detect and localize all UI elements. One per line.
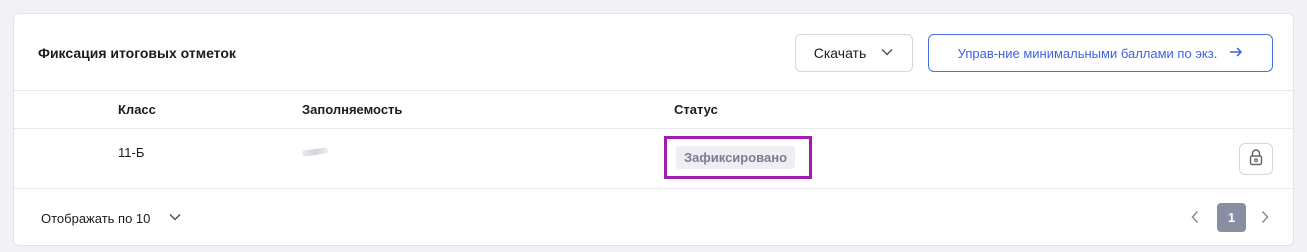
status-highlight-frame: Зафиксировано [664, 136, 812, 179]
page-size-select[interactable]: Отображать по 10 [41, 210, 182, 227]
fill-rate-blurred [301, 147, 329, 157]
final-grades-card: Фиксация итоговых отметок Скачать Управ-… [13, 13, 1294, 246]
status-badge: Зафиксировано [676, 146, 796, 169]
cell-class: 11-Б [118, 145, 145, 160]
divider [14, 90, 1293, 91]
arrow-right-icon [1229, 45, 1243, 62]
page-button-current[interactable]: 1 [1217, 203, 1246, 232]
download-button-label: Скачать [813, 45, 867, 61]
manage-min-scores-button[interactable]: Управ-ние минимальными баллами по экз. [928, 34, 1273, 72]
card-title: Фиксация итоговых отметок [38, 45, 236, 61]
chevron-left-icon[interactable] [1188, 209, 1202, 230]
lock-button[interactable] [1239, 143, 1273, 175]
column-header-class: Класс [118, 102, 156, 117]
chevron-right-icon[interactable] [1258, 209, 1272, 230]
manage-button-label: Управ-ние минимальными баллами по экз. [957, 45, 1218, 61]
divider [14, 188, 1293, 189]
column-header-status: Статус [674, 102, 718, 117]
lock-icon [1248, 148, 1264, 171]
page-size-label: Отображать по 10 [41, 211, 151, 226]
chevron-down-icon [880, 45, 894, 62]
download-button[interactable]: Скачать [795, 34, 913, 72]
column-header-fill-rate: Заполняемость [302, 102, 403, 117]
chevron-down-icon [168, 210, 182, 227]
divider [14, 128, 1293, 129]
